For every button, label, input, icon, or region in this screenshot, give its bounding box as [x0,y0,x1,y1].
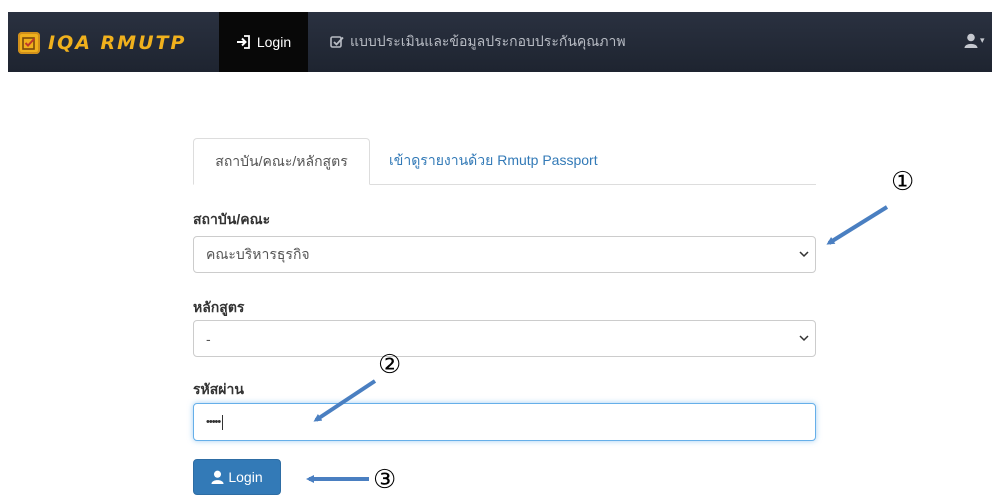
arrow-to-faculty-select [826,205,889,245]
arrow-to-password-input [313,379,377,422]
annotation-arrows [306,205,889,483]
